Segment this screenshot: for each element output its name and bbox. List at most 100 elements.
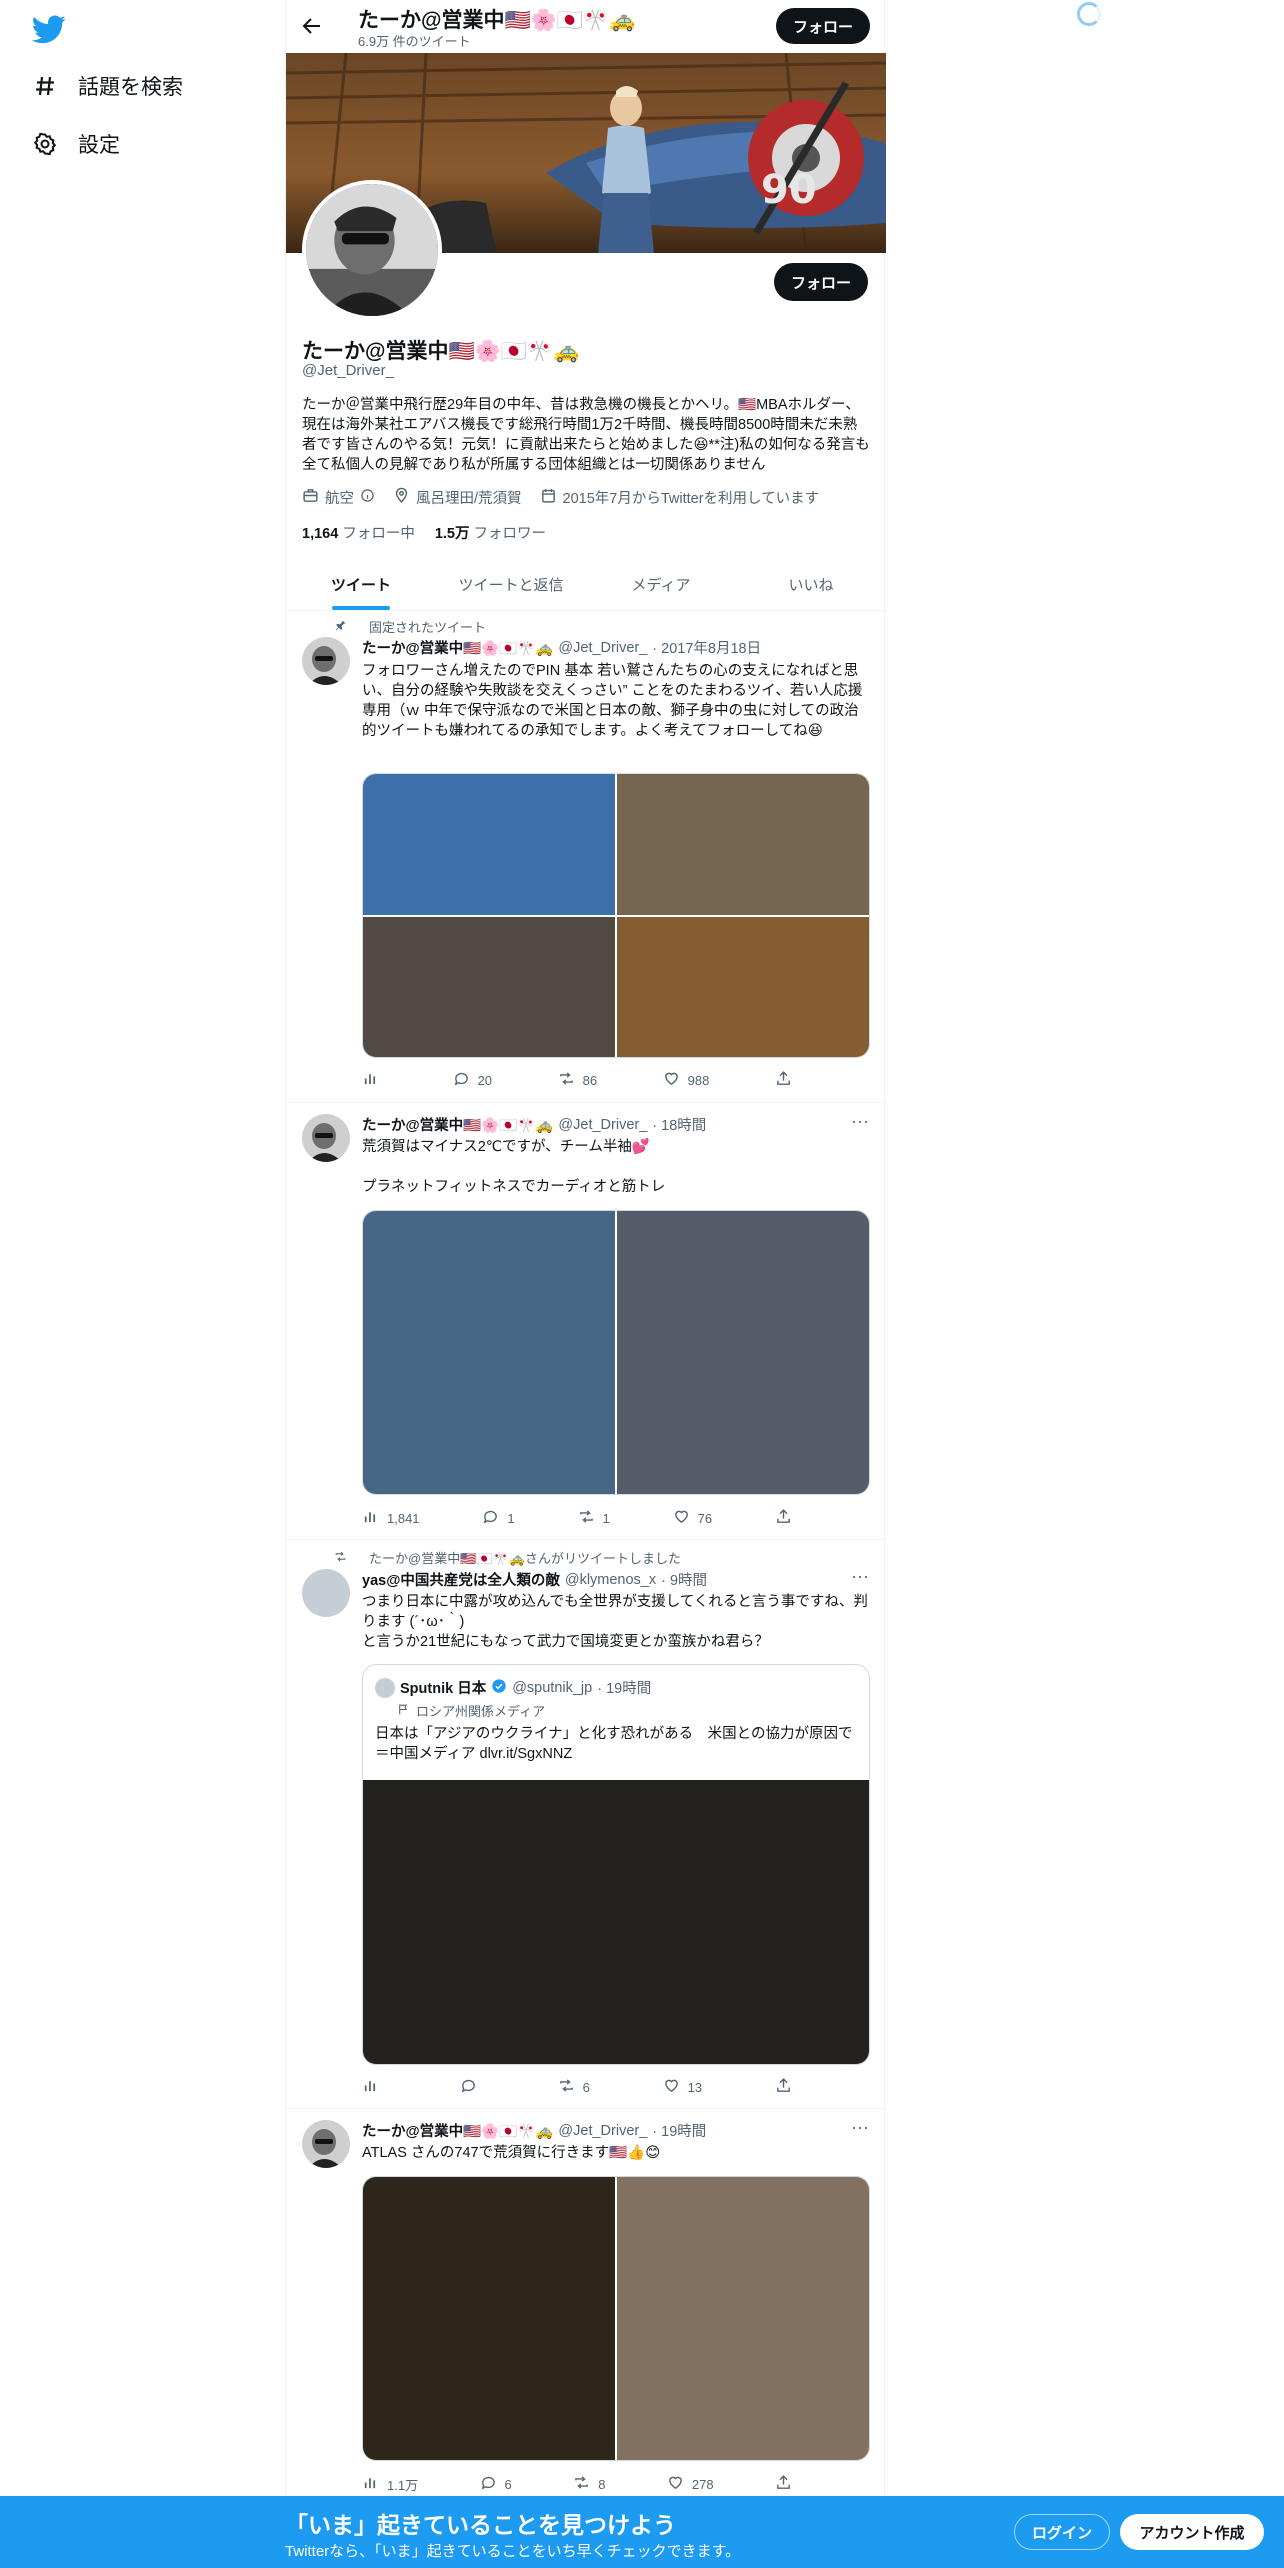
reply-button[interactable]: 1 <box>482 1508 515 1528</box>
pinned-label: 固定されたツイート <box>369 620 487 635</box>
tweet-author-name[interactable]: たーか@営業中🇺🇸🌸🇯🇵🎌🚕 <box>362 1114 553 1135</box>
retweet-icon <box>558 1070 575 1090</box>
signup-banner-subtitle: Twitterなら、「いま」起きていることをいち早くチェックできます。 <box>285 2543 741 2560</box>
tweet-retweet[interactable]: たーか@営業中🇺🇸🇯🇵🎌🚕さんがリツイートしました yas@中国共産党は全人類の… <box>286 1541 886 2109</box>
info-icon[interactable] <box>360 488 375 507</box>
tweet-photo[interactable] <box>363 916 615 1057</box>
like-button[interactable]: 278 <box>667 2474 714 2494</box>
tweet-author-handle[interactable]: @Jet_Driver_ <box>558 2123 647 2139</box>
more-options-icon[interactable]: ··· <box>850 1112 870 1136</box>
tweet-author-handle[interactable]: @klymenos_x <box>565 1572 656 1588</box>
tab-likes[interactable]: いいね <box>736 558 886 610</box>
quoted-author-handle: @sputnik_jp <box>512 1679 593 1696</box>
tweet-time[interactable]: · 9時間 <box>661 1569 707 1590</box>
tweet-photo[interactable] <box>363 2177 615 2460</box>
views-button[interactable] <box>362 2077 387 2097</box>
tweet-author-name[interactable]: yas@中国共産党は全人類の敵 <box>362 1569 560 1590</box>
tweet-photo[interactable] <box>363 774 615 915</box>
like-button[interactable]: 76 <box>673 1508 712 1528</box>
tweet-avatar[interactable] <box>302 1114 350 1162</box>
tab-tweets-and-replies[interactable]: ツイートと返信 <box>436 558 586 610</box>
share-button[interactable] <box>775 1070 792 1090</box>
tweet[interactable]: たーか@営業中🇺🇸🌸🇯🇵🎌🚕 @Jet_Driver_ · 18時間 ··· 荒… <box>286 1104 886 1540</box>
profile-bio: たーか＠営業中飛行歴29年目の中年、昔は救急機の機長とかヘリ。🇺🇸MBAホルダー… <box>302 397 870 473</box>
profile-avatar-photo <box>306 184 438 316</box>
retweet-count: 6 <box>582 2079 590 2095</box>
nav-settings[interactable]: 設定 <box>32 122 120 166</box>
retweet-button[interactable]: 6 <box>558 2077 590 2097</box>
like-button[interactable]: 13 <box>663 2077 702 2097</box>
views-button[interactable]: 1.1万 <box>362 2474 418 2494</box>
quoted-tweet[interactable]: Sputnik 日本 @sputnik_jp · 19時間 ロシア州関係メディア… <box>362 1664 870 2065</box>
state-media-label: ロシア州関係メディア <box>397 1701 545 1720</box>
reply-button[interactable]: 6 <box>480 2474 512 2494</box>
profile-joined-label: 2015年7月からTwitterを利用しています <box>562 491 820 507</box>
tweet-avatar[interactable] <box>302 1569 350 1617</box>
profile-location: 風呂理田/荒須賀 <box>393 487 522 508</box>
retweet-count: 86 <box>582 1072 598 1088</box>
more-options-icon[interactable]: ··· <box>850 1567 870 1591</box>
follow-button-top[interactable]: フォロー <box>776 8 870 44</box>
verified-badge-icon <box>491 1678 507 1698</box>
like-button[interactable]: 988 <box>663 1070 709 1090</box>
twitter-logo-icon[interactable] <box>31 12 66 46</box>
tweet-author-handle[interactable]: @Jet_Driver_ <box>558 1117 647 1133</box>
retweet-button[interactable]: 1 <box>578 1508 610 1528</box>
retweet-button[interactable]: 8 <box>573 2474 605 2494</box>
nav-explore[interactable]: 話題を検索 <box>32 64 183 108</box>
tab-media[interactable]: メディア <box>586 558 736 610</box>
tweet-photo[interactable] <box>363 1211 615 1494</box>
heart-icon <box>673 1508 690 1528</box>
reply-button[interactable]: 20 <box>453 1070 492 1090</box>
reply-icon <box>482 1508 499 1528</box>
state-media-text: ロシア州関係メディア <box>416 1704 546 1719</box>
tweet-photo[interactable] <box>617 774 869 915</box>
flag-icon <box>397 1703 410 1719</box>
retweet-indicator: たーか@営業中🇺🇸🇯🇵🎌🚕さんがリツイートしました <box>334 1548 681 1567</box>
back-arrow-icon[interactable] <box>300 14 326 40</box>
views-button[interactable]: 1,841 <box>362 1508 420 1528</box>
profile-topbar: たーか@営業中🇺🇸🌸🇯🇵🎌🚕 6.9万 件のツイート フォロー <box>286 0 886 53</box>
quoted-tweet-header: Sputnik 日本 @sputnik_jp · 19時間 <box>375 1677 651 1698</box>
share-button[interactable] <box>775 2474 792 2494</box>
followers-label: フォロワー <box>473 526 547 542</box>
views-button[interactable] <box>362 1070 387 1090</box>
following-link[interactable]: 1,164 フォロー中 <box>302 522 415 543</box>
profile-joined: 2015年7月からTwitterを利用しています <box>540 487 820 508</box>
reply-button[interactable] <box>460 2077 485 2097</box>
share-button[interactable] <box>775 2077 792 2097</box>
tweet-text: 荒須賀はマイナス2℃ですが、チーム半袖💕 プラネットフィットネスでカーディオと筋… <box>362 1139 666 1195</box>
tweet-avatar[interactable] <box>302 637 350 685</box>
tweet-pinned[interactable]: 固定されたツイート たーか@営業中🇺🇸🌸🇯🇵🎌🚕 @Jet_Driver_ · … <box>286 611 886 1103</box>
following-count: 1,164 <box>302 526 339 542</box>
tweet-photo[interactable] <box>617 1211 869 1494</box>
tweet-author-name[interactable]: たーか@営業中🇺🇸🌸🇯🇵🎌🚕 <box>362 637 553 658</box>
more-options-icon[interactable]: ··· <box>850 2118 870 2142</box>
nav-explore-label: 話題を検索 <box>78 76 183 99</box>
tweet-header: たーか@営業中🇺🇸🌸🇯🇵🎌🚕 @Jet_Driver_ · 18時間 <box>362 1114 706 1135</box>
signup-button[interactable]: アカウント作成 <box>1120 2514 1264 2550</box>
follow-button[interactable]: フォロー <box>774 263 868 301</box>
followers-link[interactable]: 1.5万 フォロワー <box>435 522 546 543</box>
tweet-photo[interactable] <box>617 2177 869 2460</box>
views-icon <box>362 2077 379 2097</box>
tweet-time[interactable]: · 2017年8月18日 <box>652 637 761 658</box>
tweet-photo[interactable] <box>617 916 869 1057</box>
login-button[interactable]: ログイン <box>1014 2514 1110 2550</box>
share-icon <box>775 1508 792 1528</box>
tweet-author-handle[interactable]: @Jet_Driver_ <box>558 640 647 656</box>
tweet-avatar[interactable] <box>302 2120 350 2168</box>
tweet-time[interactable]: · 19時間 <box>652 2120 706 2141</box>
profile-meta: 航空 風呂理田/荒須賀 2015年7月からTwitterを利用しています <box>302 487 819 508</box>
retweet-button[interactable]: 86 <box>558 1070 597 1090</box>
reply-icon <box>453 1070 470 1090</box>
retweeted-by-label[interactable]: たーか@営業中🇺🇸🇯🇵🎌🚕さんがリツイートしました <box>369 1548 681 1567</box>
share-button[interactable] <box>775 1508 792 1528</box>
quoted-media[interactable] <box>363 1780 869 2064</box>
retweet-icon <box>558 2077 575 2097</box>
tab-tweets[interactable]: ツイート <box>286 558 436 610</box>
tweet-time[interactable]: · 18時間 <box>652 1114 706 1135</box>
retweet-small-icon <box>334 1550 347 1566</box>
profile-avatar[interactable] <box>302 180 442 320</box>
tweet-author-name[interactable]: たーか@営業中🇺🇸🌸🇯🇵🎌🚕 <box>362 2120 553 2141</box>
